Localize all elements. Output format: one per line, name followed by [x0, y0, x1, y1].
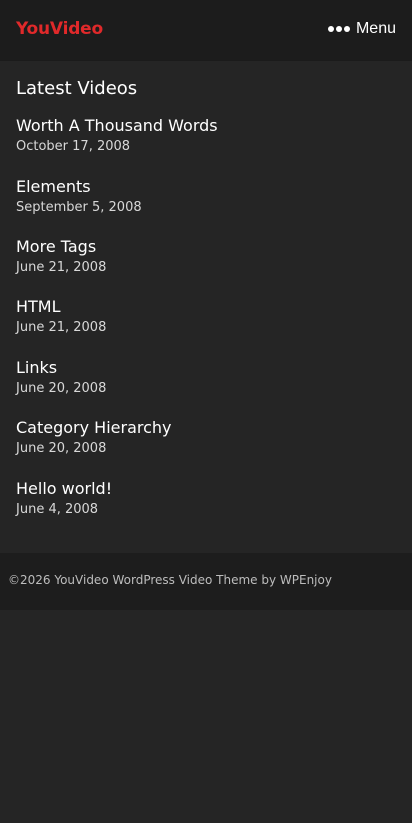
- video-item[interactable]: Worth A Thousand Words October 17, 2008: [16, 116, 396, 155]
- video-item[interactable]: Category Hierarchy June 20, 2008: [16, 418, 396, 457]
- video-date: June 20, 2008: [16, 381, 107, 396]
- video-item[interactable]: HTML June 21, 2008: [16, 297, 396, 336]
- video-title-link[interactable]: More Tags: [16, 237, 396, 257]
- video-item[interactable]: Hello world! June 4, 2008: [16, 479, 396, 518]
- video-title-link[interactable]: Hello world!: [16, 479, 396, 499]
- video-date: September 5, 2008: [16, 200, 142, 215]
- video-date: June 21, 2008: [16, 260, 107, 275]
- video-title-link[interactable]: Links: [16, 358, 396, 378]
- video-item[interactable]: Elements September 5, 2008: [16, 177, 396, 216]
- site-logo[interactable]: YouVideo: [16, 18, 103, 40]
- video-item[interactable]: Links June 20, 2008: [16, 358, 396, 397]
- video-date: June 20, 2008: [16, 441, 107, 456]
- video-title-link[interactable]: HTML: [16, 297, 396, 317]
- video-item[interactable]: More Tags June 21, 2008: [16, 237, 396, 276]
- video-title-link[interactable]: Elements: [16, 177, 396, 197]
- video-date: October 17, 2008: [16, 139, 131, 154]
- video-date: June 4, 2008: [16, 502, 99, 517]
- menu-label: Menu: [355, 20, 396, 37]
- section-title: Latest Videos: [16, 78, 138, 99]
- video-date: June 21, 2008: [16, 320, 107, 335]
- site-header: YouVideo Menu: [0, 0, 412, 60]
- menu-button[interactable]: Menu: [327, 19, 396, 39]
- site-footer: ©2026 YouVideo WordPress Video Theme by …: [0, 553, 412, 610]
- footer-copyright: ©2026 YouVideo WordPress Video Theme by …: [8, 573, 332, 587]
- video-title-link[interactable]: Worth A Thousand Words: [16, 116, 396, 136]
- three-dots-icon: [327, 19, 350, 39]
- video-title-link[interactable]: Category Hierarchy: [16, 418, 396, 438]
